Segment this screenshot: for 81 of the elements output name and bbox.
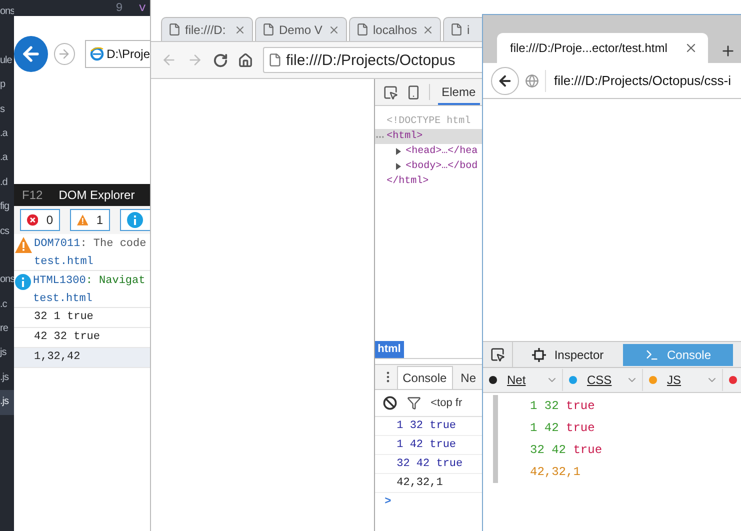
file-item[interactable]: ons xyxy=(0,0,14,24)
console-output: 1,32,42 xyxy=(14,348,150,368)
file-item[interactable]: ons xyxy=(0,268,14,293)
browser-tab[interactable]: file:///D:/Proje...ector/test.html xyxy=(497,33,708,63)
console-message: DOM7011: The code xyxy=(34,237,146,251)
new-tab-icon[interactable] xyxy=(720,43,736,59)
file-item[interactable]: .a xyxy=(0,146,14,171)
source-link[interactable]: test.html xyxy=(34,255,146,269)
browser-tab[interactable]: Demo V xyxy=(255,17,347,41)
drawer-tab[interactable]: Console xyxy=(396,366,453,389)
address-text: D:\Proje xyxy=(106,47,150,61)
browser-tab[interactable]: localhos xyxy=(349,17,441,41)
browser-logo-icon xyxy=(90,47,104,61)
inspect-icon[interactable] xyxy=(382,84,398,100)
line-number: 9 xyxy=(116,1,123,15)
close-icon[interactable] xyxy=(422,24,434,36)
message-filter-button[interactable] xyxy=(120,209,150,231)
filter-icon[interactable] xyxy=(406,396,421,410)
expand-arrow-icon[interactable] xyxy=(394,163,402,170)
breadcrumb[interactable]: html xyxy=(374,341,404,358)
filter-button[interactable]: Net xyxy=(483,369,563,391)
home-icon[interactable] xyxy=(238,52,253,68)
browser-tab[interactable]: i xyxy=(443,17,482,41)
pointer-icon xyxy=(490,347,505,362)
back-button[interactable] xyxy=(491,66,519,94)
error-icon xyxy=(27,212,38,228)
clear-icon[interactable] xyxy=(382,396,397,410)
file-item[interactable]: .js xyxy=(0,390,14,415)
reload-icon[interactable] xyxy=(213,52,228,68)
dom-node[interactable]: <html> xyxy=(374,129,482,144)
address-field[interactable]: file:///D:/Projects/Octopus xyxy=(263,47,482,73)
close-icon[interactable] xyxy=(234,24,246,36)
file-item[interactable]: p xyxy=(0,73,14,98)
file-item[interactable]: cs xyxy=(0,220,14,244)
dom-node[interactable]: <head>…</hea xyxy=(374,144,482,159)
file-item[interactable]: .d xyxy=(0,170,14,196)
page-icon xyxy=(356,23,369,36)
filter-button[interactable]: CSS xyxy=(563,369,643,391)
back-arrow-icon xyxy=(497,72,513,88)
drawer-tab[interactable]: Ne xyxy=(454,366,482,389)
console-message: HTML1300: Navigat xyxy=(33,274,146,288)
file-item[interactable]: .a xyxy=(0,122,14,146)
expand-arrow-icon[interactable] xyxy=(394,148,402,155)
info-icon xyxy=(127,212,143,228)
context-selector[interactable]: <top fr xyxy=(430,397,462,409)
file-item[interactable]: .js xyxy=(0,366,14,390)
console-output: 42,32,1 xyxy=(530,464,582,481)
console-icon xyxy=(644,348,659,362)
panel-title: DOM Explorer xyxy=(58,188,135,202)
message-filter-button[interactable]: 1 xyxy=(70,209,110,231)
file-item[interactable]: ule xyxy=(0,48,14,74)
console-prompt[interactable]: > xyxy=(374,493,482,511)
warning-icon xyxy=(77,212,88,228)
code-text: v xyxy=(138,1,146,15)
devtools-tab[interactable]: Inspector xyxy=(513,344,623,366)
file-item[interactable]: .c xyxy=(0,292,14,318)
file-item[interactable]: s xyxy=(0,98,14,122)
page-icon xyxy=(450,23,463,36)
address-text: file:///D:/Projects/Octopus xyxy=(286,52,456,68)
page-icon xyxy=(168,23,181,36)
message-filter-button[interactable]: 0 xyxy=(20,209,60,231)
close-icon[interactable] xyxy=(328,24,340,36)
dom-node[interactable]: <body>…</bod xyxy=(374,159,482,174)
file-item[interactable]: re xyxy=(0,317,14,342)
globe-icon xyxy=(525,74,539,88)
dom-node[interactable]: </html> xyxy=(374,174,482,189)
page-icon xyxy=(262,23,275,36)
file-item[interactable]: js xyxy=(0,341,14,366)
inspector-icon xyxy=(532,348,546,362)
browser-tab[interactable]: file:///D: xyxy=(161,17,253,41)
console-output: 1 32 true xyxy=(530,398,596,415)
page-icon xyxy=(268,53,282,67)
device-icon[interactable] xyxy=(406,84,421,100)
shortcut-label: F12 xyxy=(22,188,43,202)
console-output: 1 42 true xyxy=(530,420,596,437)
address-field[interactable]: file:///D:/Projects/Octopus/css-i xyxy=(545,70,741,92)
source-link[interactable]: test.html xyxy=(33,292,146,306)
close-icon[interactable] xyxy=(684,41,698,55)
file-item[interactable]: fig xyxy=(0,195,14,220)
console-output: 32 42 true xyxy=(530,442,602,459)
filter-button[interactable]: JS xyxy=(643,369,723,391)
